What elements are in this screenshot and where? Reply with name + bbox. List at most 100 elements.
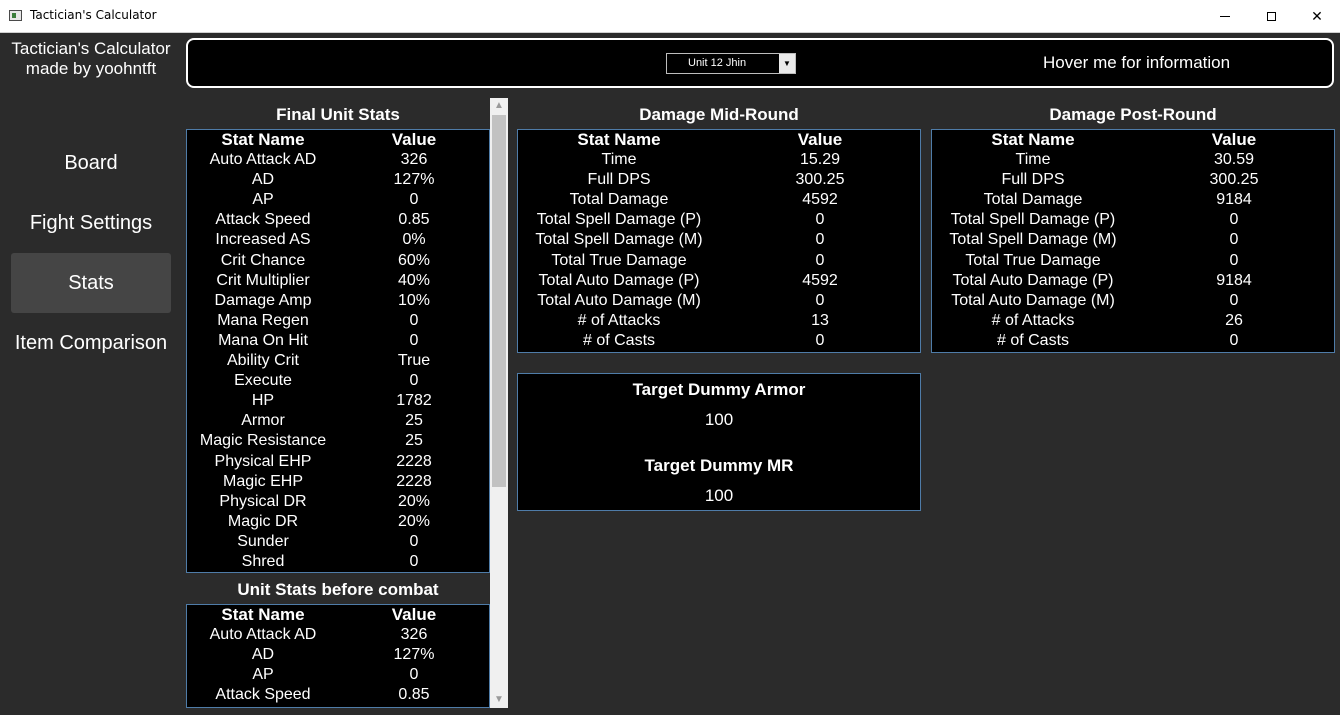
table-row: # of Casts 0 bbox=[932, 331, 1334, 351]
close-icon: ✕ bbox=[1311, 7, 1323, 24]
stat-name-cell: Mana On Hit bbox=[218, 331, 308, 349]
stat-value-cell: 0 bbox=[1229, 251, 1239, 269]
stat-value-cell: 0 bbox=[815, 291, 825, 309]
stat-value-cell: 0 bbox=[409, 372, 419, 390]
stat-value-cell: 300.25 bbox=[795, 171, 845, 189]
table-row: Magic DR 20% bbox=[187, 512, 489, 532]
stat-name-cell: Total Spell Damage (P) bbox=[950, 211, 1116, 229]
header-stat-name: Stat Name bbox=[221, 130, 305, 149]
scroll-up-arrow-icon[interactable]: ▲ bbox=[490, 98, 508, 114]
stat-value-cell: 15.29 bbox=[799, 151, 841, 169]
maximize-button[interactable] bbox=[1248, 0, 1294, 32]
maximize-icon bbox=[1266, 11, 1276, 21]
stat-value-cell: 0 bbox=[409, 331, 419, 349]
stats-scroll-panel[interactable]: Final Unit Stats Stat Name Value Auto At… bbox=[186, 98, 508, 708]
table-row: AD 127% bbox=[187, 170, 489, 190]
table-row: Auto Attack AD 326 bbox=[187, 150, 489, 170]
stat-value-cell: 26 bbox=[1225, 311, 1243, 329]
table-row: Full DPS 300.25 bbox=[518, 170, 920, 190]
stat-name-cell: Full DPS bbox=[1001, 171, 1065, 189]
stat-value-cell: 0 bbox=[1229, 231, 1239, 249]
post-round-table: Stat Name Value Time 30.59 Full DPS 300.25 T… bbox=[931, 129, 1335, 353]
stat-value-cell: 0 bbox=[409, 666, 419, 684]
sidebar-item-stats[interactable]: Stats bbox=[11, 253, 171, 313]
table-row: AD 127% bbox=[187, 645, 489, 665]
sidebar-item-board[interactable]: Board bbox=[11, 133, 171, 193]
stat-value-cell: 20% bbox=[397, 512, 431, 530]
stat-name-cell: Crit Multiplier bbox=[216, 271, 310, 289]
stat-name-cell: Time bbox=[1015, 151, 1051, 169]
vertical-scrollbar[interactable]: ▲ ▼ bbox=[490, 98, 508, 708]
dummy-mr-value[interactable]: 100 bbox=[518, 486, 920, 506]
stat-value-cell: 0 bbox=[1229, 291, 1239, 309]
close-button[interactable]: ✕ bbox=[1294, 0, 1340, 32]
sidebar-item-fight-settings[interactable]: Fight Settings bbox=[11, 193, 171, 253]
stat-name-cell: Damage Amp bbox=[214, 291, 312, 309]
stat-value-cell: 10% bbox=[397, 291, 431, 309]
target-dummy-panel: Target Dummy Armor 100 Target Dummy MR 1… bbox=[517, 373, 921, 511]
stat-name-cell: Magic EHP bbox=[222, 472, 304, 490]
table-header: Stat Name Value bbox=[187, 605, 489, 625]
stat-name-cell: Total Damage bbox=[983, 191, 1083, 209]
table-row: Total Spell Damage (P) 0 bbox=[518, 210, 920, 230]
unit-select-value: Unit 12 Jhin bbox=[688, 57, 747, 69]
stat-name-cell: # of Casts bbox=[582, 331, 656, 349]
table-row: Magic Resistance 25 bbox=[187, 431, 489, 451]
stat-name-cell: Total True Damage bbox=[965, 251, 1101, 269]
table-row: # of Attacks 26 bbox=[932, 311, 1334, 331]
window-title: Tactician's Calculator bbox=[30, 8, 157, 22]
stat-name-cell: Auto Attack AD bbox=[209, 626, 317, 644]
stat-name-cell: Total Auto Damage (P) bbox=[538, 271, 700, 289]
stat-name-cell: # of Attacks bbox=[577, 311, 661, 329]
stat-name-cell: Magic DR bbox=[227, 512, 299, 530]
final-stats-title: Final Unit Stats bbox=[276, 105, 400, 124]
mid-round-table: Stat Name Value Time 15.29 Full DPS 300.25 T… bbox=[517, 129, 921, 353]
stat-name-cell: Magic Resistance bbox=[199, 432, 327, 450]
stat-value-cell: 127% bbox=[393, 171, 435, 189]
scroll-down-arrow-icon[interactable]: ▼ bbox=[490, 692, 508, 708]
before-combat-title: Unit Stats before combat bbox=[237, 580, 439, 599]
stat-value-cell: 20% bbox=[397, 492, 431, 510]
sidebar-item-item-comparison[interactable]: Item Comparison bbox=[11, 313, 171, 373]
stat-value-cell: 0 bbox=[815, 231, 825, 249]
unit-select[interactable]: Unit 12 Jhin ▼ bbox=[666, 53, 796, 74]
table-row: Increased AS 0% bbox=[187, 230, 489, 250]
stat-name-cell: # of Attacks bbox=[991, 311, 1075, 329]
dummy-armor-label: Target Dummy Armor bbox=[632, 380, 806, 399]
brand-title: Tactician's Calculator bbox=[11, 39, 171, 58]
title-bar: Tactician's Calculator ✕ bbox=[0, 0, 1340, 33]
stat-name-cell: AD bbox=[251, 171, 275, 189]
before-combat-table: Stat Name Value Auto Attack AD 326 AD 127% A… bbox=[186, 604, 490, 708]
header-value: Value bbox=[391, 605, 437, 624]
table-header: Stat Name Value bbox=[187, 130, 489, 150]
stat-value-cell: 9184 bbox=[1216, 191, 1252, 209]
stat-value-cell: 0% bbox=[402, 231, 426, 249]
table-row: # of Casts 0 bbox=[518, 331, 920, 351]
header-stat-name: Stat Name bbox=[991, 130, 1075, 149]
scroll-thumb[interactable] bbox=[492, 115, 506, 487]
stat-value-cell: 1782 bbox=[396, 392, 432, 410]
stat-value-cell: 0 bbox=[409, 552, 419, 570]
stat-value-cell: 2228 bbox=[396, 452, 432, 470]
table-row: Time 15.29 bbox=[518, 150, 920, 170]
minimize-button[interactable] bbox=[1202, 0, 1248, 32]
stat-value-cell: 13 bbox=[811, 311, 829, 329]
table-row: HP 1782 bbox=[187, 391, 489, 411]
table-row: Total True Damage 0 bbox=[518, 251, 920, 271]
header-value: Value bbox=[1211, 130, 1257, 149]
hover-info-label[interactable]: Hover me for information bbox=[1043, 53, 1230, 73]
chevron-down-icon[interactable]: ▼ bbox=[779, 54, 795, 73]
table-row: Sunder 0 bbox=[187, 532, 489, 552]
stat-name-cell: Total Spell Damage (M) bbox=[535, 231, 703, 249]
stat-name-cell: Total Damage bbox=[569, 191, 669, 209]
stat-value-cell: 326 bbox=[400, 151, 428, 169]
dummy-armor-value[interactable]: 100 bbox=[518, 410, 920, 430]
stat-name-cell: # of Casts bbox=[996, 331, 1070, 349]
stat-value-cell: 60% bbox=[397, 251, 431, 269]
table-header: Stat Name Value bbox=[932, 130, 1334, 150]
table-row: Magic EHP 2228 bbox=[187, 472, 489, 492]
stat-name-cell: Physical EHP bbox=[214, 452, 312, 470]
table-row: Total True Damage 0 bbox=[932, 251, 1334, 271]
stat-name-cell: Increased AS bbox=[215, 231, 311, 249]
table-row: AP 0 bbox=[187, 190, 489, 210]
